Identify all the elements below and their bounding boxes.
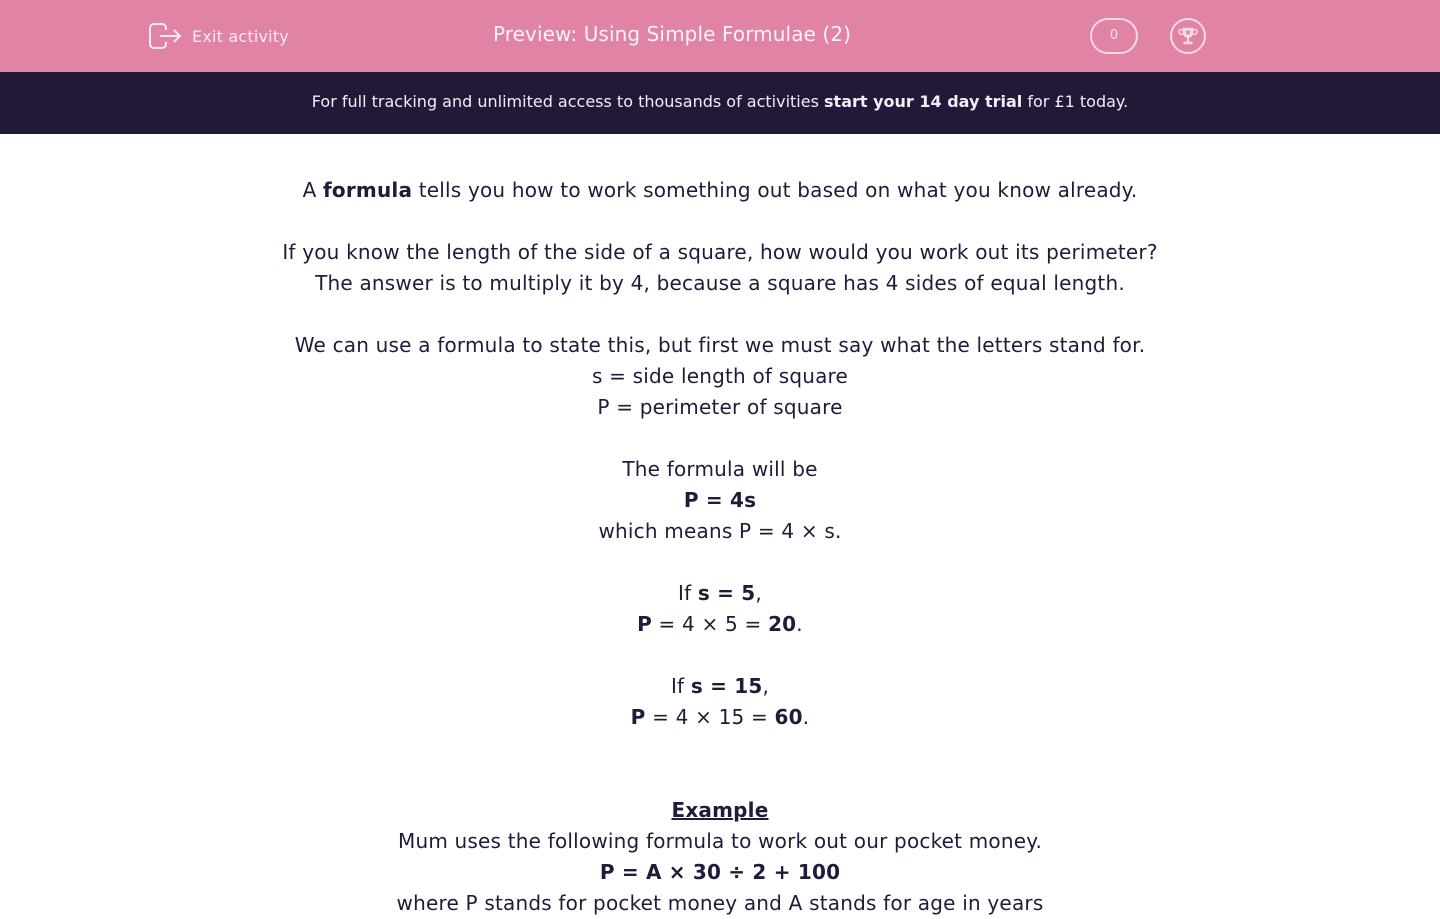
- example-text: Mum uses the following formula to work o…: [397, 829, 1042, 853]
- trial-banner: For full tracking and unlimited access t…: [0, 72, 1440, 134]
- lesson-content: A formula tells you how to work somethin…: [0, 175, 1440, 919]
- example-1-condition: If s = 5,: [678, 581, 762, 605]
- example-1-calculation: P = 4 × 5 = 20.: [637, 612, 803, 636]
- page-title: Preview: Using Simple Formulae (2): [492, 22, 852, 46]
- trophy-icon: [1178, 27, 1198, 45]
- banner-text-end: for £1 today.: [1022, 92, 1129, 111]
- example-formula: P = A × 30 ÷ 2 + 100: [599, 860, 841, 884]
- formula-intro: The formula will be: [622, 457, 818, 481]
- example-heading: Example: [671, 798, 769, 822]
- definition-s: s = side length of square: [591, 364, 849, 388]
- top-bar: Exit activity Preview: Using Simple Form…: [0, 0, 1440, 72]
- question-line-2: The answer is to multiply it by 4, becau…: [315, 271, 1125, 295]
- example-2-condition: If s = 15,: [670, 674, 770, 698]
- intro-paragraph: A formula tells you how to work somethin…: [302, 178, 1138, 202]
- trophy-button[interactable]: [1170, 18, 1206, 54]
- start-trial-link[interactable]: start your 14 day trial: [824, 92, 1022, 111]
- question-line-1: If you know the length of the side of a …: [282, 240, 1158, 264]
- banner-text: For full tracking and unlimited access t…: [311, 92, 825, 111]
- example-2-calculation: P = 4 × 15 = 60.: [630, 705, 810, 729]
- example-cutoff-line: where P stands for pocket money and A st…: [396, 891, 1044, 915]
- score-badge: 0: [1090, 18, 1138, 54]
- letters-intro: We can use a formula to state this, but …: [294, 333, 1146, 357]
- formula-meaning: which means P = 4 × s.: [598, 519, 842, 543]
- formula-term: formula: [323, 178, 413, 202]
- definition-p: P = perimeter of square: [597, 395, 843, 419]
- formula: P = 4s: [683, 488, 757, 512]
